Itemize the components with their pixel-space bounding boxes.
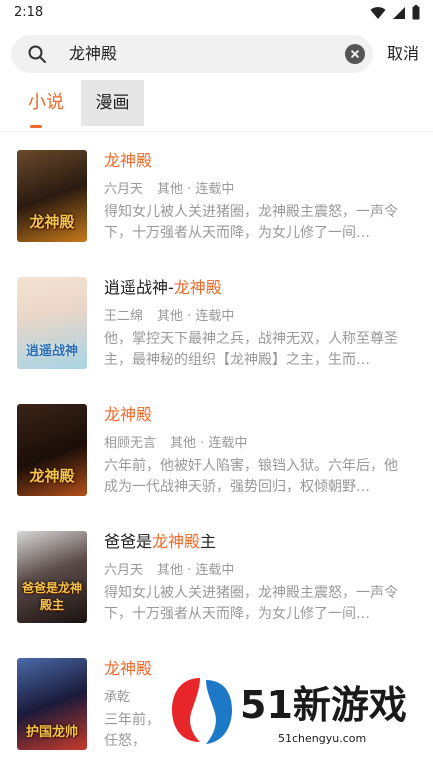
title-highlight: 龙神殿	[104, 151, 153, 170]
list-item[interactable]: 爸爸是龙神殿主 爸爸是龙神殿主 六月天 其他 · 连载中 得知女儿被人关进猪圈，龙…	[0, 513, 433, 640]
tab-bar: 小说 漫画	[0, 80, 433, 132]
book-title: 龙神殿	[104, 658, 152, 680]
battery-icon	[412, 5, 420, 20]
book-description: 他，掌控天下最神之兵，战神无双，人称至尊圣主，最神秘的组织【龙神殿】之主，生而…	[104, 331, 398, 368]
tab-novel[interactable]: 小说	[16, 80, 76, 128]
watermark-url: 51chengyu.com	[278, 732, 366, 745]
title-highlight: 龙神殿	[173, 278, 222, 297]
book-category: 其他 · 连载中	[157, 309, 235, 324]
search-input[interactable]: 龙神殿	[69, 44, 117, 64]
book-cover: 爸爸是龙神殿主	[17, 531, 87, 623]
book-cover-title: 逍遥战神	[25, 344, 78, 359]
tab-active-indicator	[30, 125, 42, 128]
book-meta: 王二绵 其他 · 连载中	[104, 308, 234, 326]
status-time: 2:18	[14, 5, 44, 20]
book-title: 爸爸是龙神殿主	[104, 532, 217, 551]
book-category: 其他 · 连载中	[157, 563, 235, 578]
book-cover-title: 爸爸是龙神殿主	[21, 581, 82, 612]
book-author: 承乾	[104, 690, 131, 705]
status-bar: 2:18	[0, 0, 433, 26]
list-item[interactable]: 龙神殿 龙神殿 六月天 其他 · 连载中 得知女儿被人关进猪圈，龙神殿主震怒，一声…	[0, 132, 433, 259]
list-item[interactable]: 逍遥战神 逍遥战神-龙神殿 王二绵 其他 · 连载中 他，掌控天下最神之兵，战神无…	[0, 259, 433, 386]
book-category: 其他 · 连载中	[157, 182, 235, 197]
clear-icon[interactable]	[345, 44, 365, 64]
book-cover: 龙神殿	[17, 404, 87, 496]
search-bar[interactable]: 龙神殿	[11, 35, 373, 73]
book-description: 得知女儿被人关进猪圈，龙神殿主震怒，一声令下，十万强者从天而降，为女儿修了一间…	[104, 585, 398, 622]
watermark-brand: 51新游戏	[240, 683, 407, 727]
book-category: 其他 · 连载中	[170, 436, 248, 451]
book-meta: 相顾无言 其他 · 连载中	[104, 435, 247, 453]
wifi-icon	[370, 6, 386, 19]
book-author: 六月天	[104, 182, 144, 197]
search-icon	[28, 45, 46, 63]
book-author: 相顾无言	[104, 436, 157, 451]
book-cover: 逍遥战神	[17, 277, 87, 369]
cancel-button[interactable]: 取消	[387, 44, 419, 64]
book-cover: 龙神殿	[17, 150, 87, 242]
book-cover-title: 护国龙帅	[25, 725, 78, 740]
book-description: 三年前，任怒，	[104, 712, 160, 749]
book-description: 得知女儿被人关进猪圈，龙神殿主震怒，一声令下，十万强者从天而降，为女儿修了一间…	[104, 204, 398, 241]
tab-comic[interactable]: 漫画	[81, 80, 144, 126]
book-author: 王二绵	[104, 309, 144, 324]
book-description: 六年前，他被奸人陷害，锒铛入狱。六年后，他成为一代战神天骄，强势回归，权倾朝野…	[104, 458, 398, 495]
book-cover: 护国龙帅	[17, 658, 87, 750]
title-highlight: 龙神殿	[104, 659, 153, 678]
tab-comic-label: 漫画	[95, 93, 130, 113]
signal-icon	[393, 6, 405, 19]
list-item[interactable]: 龙神殿 龙神殿 相顾无言 其他 · 连载中 六年前，他被奸人陷害，锒铛入狱。六年后…	[0, 386, 433, 513]
tab-novel-label: 小说	[28, 92, 64, 113]
book-title: 龙神殿	[104, 150, 152, 172]
status-icons	[370, 5, 420, 20]
book-title: 逍遥战神-龙神殿	[104, 278, 222, 297]
book-cover-title: 龙神殿	[29, 467, 75, 485]
book-cover-title: 龙神殿	[29, 213, 75, 231]
book-author: 六月天	[104, 563, 144, 578]
book-title: 龙神殿	[104, 404, 152, 426]
title-highlight: 龙神殿	[152, 532, 201, 551]
book-meta: 六月天 其他 · 连载中	[104, 562, 234, 580]
watermark-logo: 51新游戏 51chengyu.com	[172, 678, 407, 745]
book-meta: 六月天 其他 · 连载中	[104, 181, 234, 199]
book-meta: 承乾	[104, 689, 130, 707]
title-highlight: 龙神殿	[104, 405, 153, 424]
